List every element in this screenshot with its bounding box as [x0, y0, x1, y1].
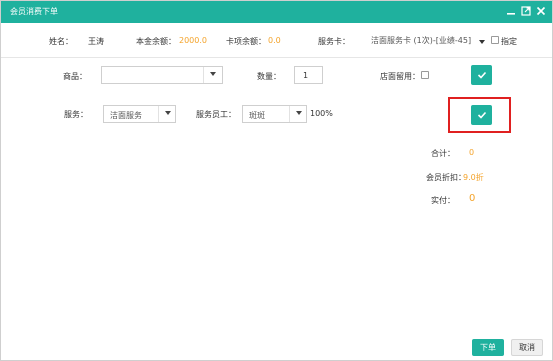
check-icon [477, 71, 486, 79]
chevron-down-icon [203, 67, 222, 83]
total-label: 合计： [431, 149, 455, 158]
staff-label: 服务员工： [196, 110, 236, 119]
staff-value: 斑斑 [249, 111, 265, 120]
balance-value: 2000.0 [179, 36, 207, 45]
quantity-input[interactable]: 1 [294, 66, 323, 84]
total-value: 0 [469, 148, 475, 157]
staff-percent: 100% [310, 109, 333, 118]
minimize-icon[interactable] [504, 4, 518, 18]
restore-icon[interactable] [519, 4, 533, 18]
submit-order-button[interactable]: 下单 [472, 339, 504, 356]
card-balance-value: 0.0 [268, 36, 281, 45]
close-icon[interactable] [534, 4, 548, 18]
card-balance-label: 卡项余额： [226, 37, 266, 46]
balance-label: 本金余额： [136, 37, 176, 46]
name-value: 王涛 [88, 37, 104, 46]
chevron-down-icon [158, 106, 175, 122]
paid-value: 0 [469, 193, 476, 204]
service-card-value: 洁面服务卡 (1次)-[业绩-45] [371, 36, 472, 45]
discount-value: 9.0折 [463, 173, 484, 182]
chevron-down-icon [289, 106, 306, 122]
check-icon [477, 111, 486, 119]
product-label: 商品： [63, 72, 87, 81]
paid-label: 实付： [431, 196, 455, 205]
designate-checkbox[interactable] [491, 36, 499, 44]
service-card-select[interactable]: 洁面服务卡 (1次)-[业绩-45] [365, 30, 487, 48]
quantity-label: 数量： [257, 72, 281, 81]
staff-select[interactable]: 斑斑 [242, 105, 307, 123]
store-use-label: 店面留用： [380, 72, 420, 81]
cancel-button[interactable]: 取消 [511, 339, 543, 356]
name-label: 姓名： [49, 37, 73, 46]
discount-label: 会员折扣： [426, 173, 466, 182]
store-use-checkbox[interactable] [421, 71, 429, 79]
triangle-down-icon [479, 37, 485, 46]
title-bar: 会员消费下单 [1, 1, 552, 23]
service-label: 服务： [64, 110, 88, 119]
service-card-label: 服务卡： [318, 37, 350, 46]
dialog-title: 会员消费下单 [10, 7, 58, 16]
confirm-service-button[interactable] [471, 105, 492, 125]
order-dialog: 会员消费下单 姓名： 王涛 本金余额： 2000.0 卡项余额： 0.0 服务卡… [0, 0, 553, 361]
confirm-product-button[interactable] [471, 65, 492, 85]
product-select[interactable] [101, 66, 223, 84]
divider [1, 57, 552, 58]
service-value: 洁面服务 [110, 111, 142, 120]
quantity-value: 1 [303, 71, 309, 80]
designate-label: 指定 [501, 37, 517, 46]
service-select[interactable]: 洁面服务 [103, 105, 176, 123]
